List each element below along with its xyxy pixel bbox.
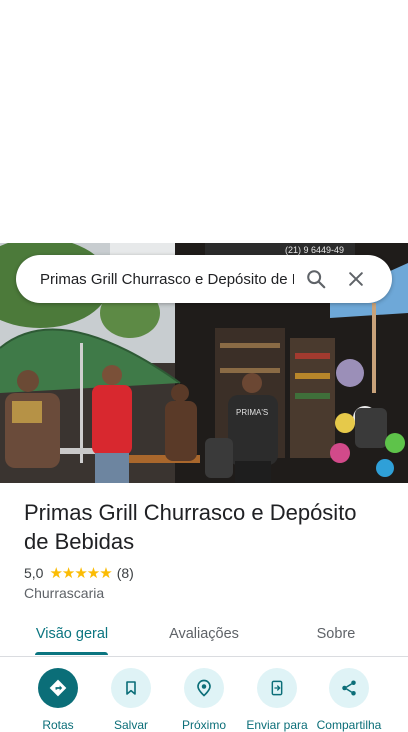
rating-row[interactable]: 5,0 ★★★★★ (8): [24, 564, 134, 582]
tab-bar: Visão geral Avaliações Sobre: [0, 614, 408, 657]
star-rating-icon: ★★★★★: [49, 565, 112, 582]
share-icon[interactable]: [329, 668, 369, 708]
tab-reviews[interactable]: Avaliações: [158, 614, 250, 654]
review-count[interactable]: (8): [117, 565, 134, 581]
nearby-label: Próximo: [181, 718, 226, 732]
place-title: Primas Grill Churrasco e Depósito de Beb…: [24, 500, 357, 554]
close-icon[interactable]: [336, 259, 376, 299]
nearby-button[interactable]: Próximo: [168, 668, 240, 732]
nearby-icon[interactable]: [184, 668, 224, 708]
directions-button[interactable]: Rotas: [22, 668, 94, 732]
search-input[interactable]: Primas Grill Churrasco e Depósito de Beb…: [40, 271, 294, 288]
directions-label: Rotas: [42, 718, 74, 732]
directions-icon[interactable]: [38, 668, 78, 708]
share-button[interactable]: Compartilha: [313, 668, 385, 732]
bookmark-icon[interactable]: [111, 668, 151, 708]
action-buttons: Rotas Salvar Próximo Enviar para Compart…: [0, 668, 408, 732]
send-to-phone-label: Enviar para: [246, 718, 308, 732]
phone-sign-text: (21) 9 6449-49: [285, 245, 344, 255]
shirt-text: PRIMA'S: [236, 408, 268, 417]
share-label: Compartilha: [316, 718, 382, 732]
send-to-phone-button[interactable]: Enviar para: [241, 668, 313, 732]
tab-about[interactable]: Sobre: [296, 614, 376, 654]
active-tab-indicator: [35, 652, 108, 655]
search-icon[interactable]: [296, 259, 336, 299]
send-to-phone-icon[interactable]: [257, 668, 297, 708]
save-button[interactable]: Salvar: [95, 668, 167, 732]
tab-overview[interactable]: Visão geral: [26, 614, 118, 654]
rating-value: 5,0: [24, 565, 44, 581]
save-label: Salvar: [113, 718, 148, 732]
place-category[interactable]: Churrascaria: [24, 585, 104, 601]
search-bar[interactable]: Primas Grill Churrasco e Depósito de Beb…: [16, 255, 392, 303]
